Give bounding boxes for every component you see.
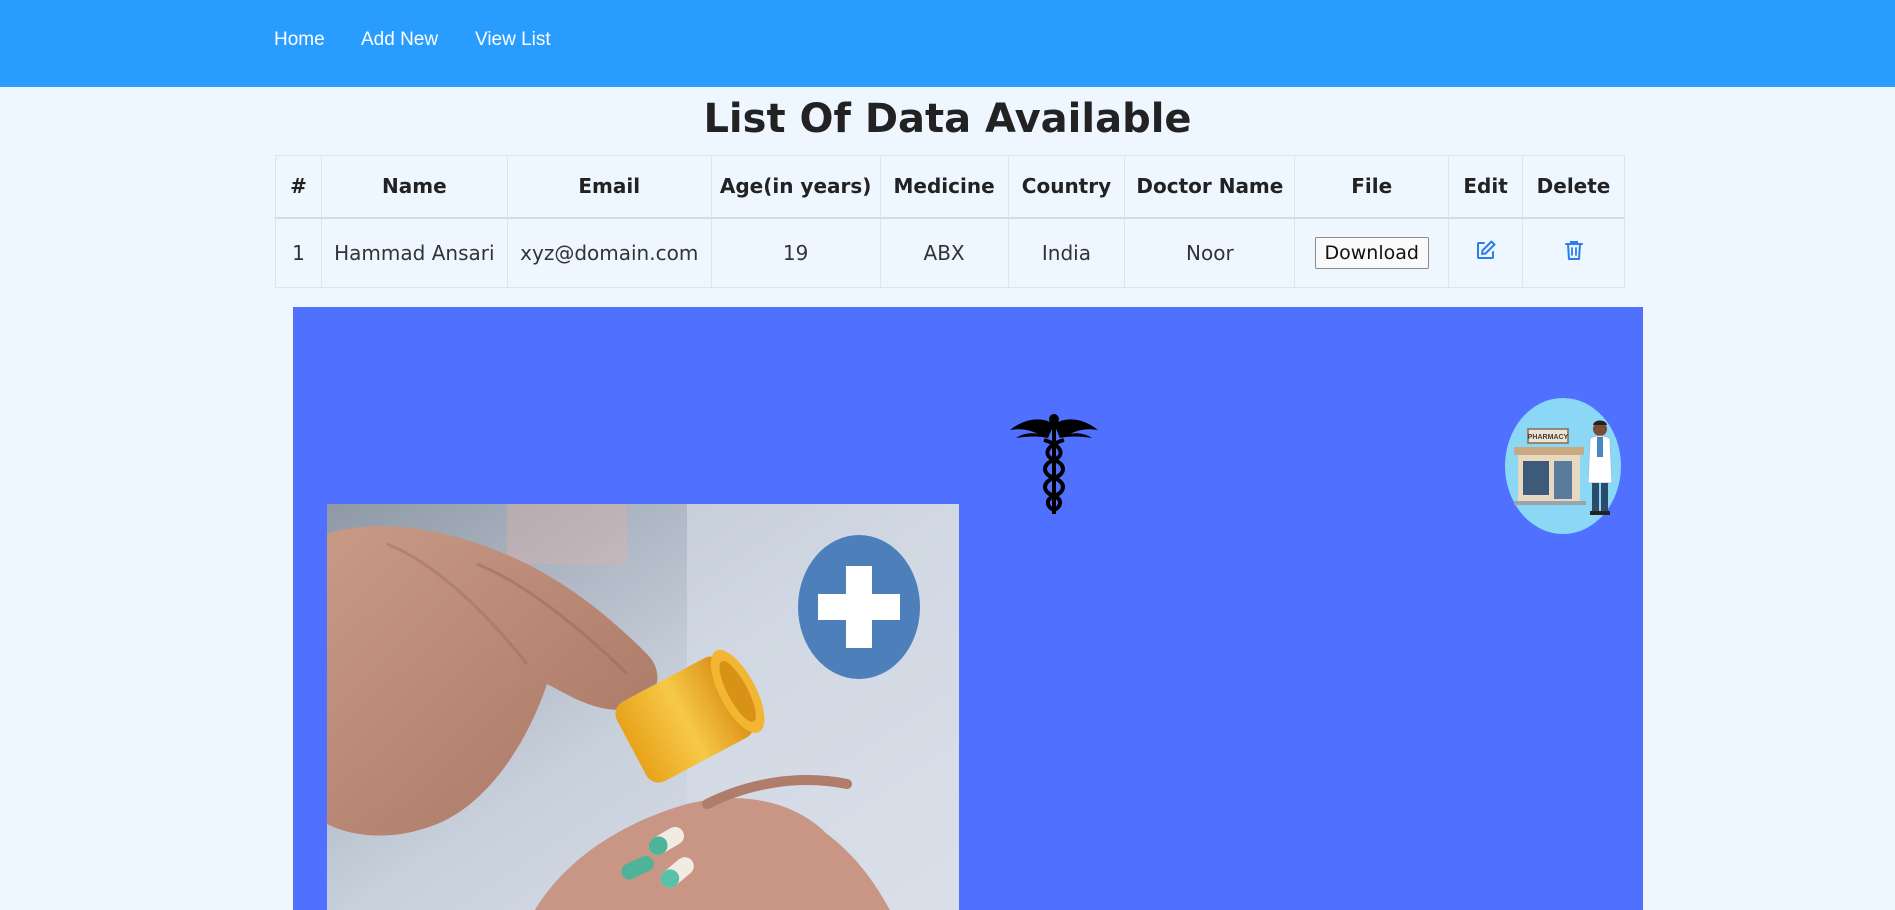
table-header-row: # Name Email Age(in years) Medicine Coun…: [275, 155, 1625, 219]
column-header-index: #: [275, 155, 322, 219]
column-header-doctor-name: Doctor Name: [1124, 155, 1296, 219]
cell-age: 19: [710, 217, 881, 288]
edit-icon[interactable]: [1475, 239, 1497, 261]
nav-view-list-link[interactable]: View List: [475, 29, 551, 51]
top-navbar: Home Add New View List: [0, 0, 1895, 87]
column-header-file: File: [1294, 155, 1450, 219]
medical-cross-icon: [798, 535, 920, 679]
cell-delete: [1522, 217, 1625, 288]
page-title: List Of Data Available: [703, 96, 1192, 142]
pharmacy-doctor-illustration: PHARMACY: [1504, 397, 1622, 535]
caduceus-icon: [1008, 410, 1100, 518]
cell-name: Hammad Ansari: [320, 217, 508, 288]
hero-banner: PHARMACY: [293, 307, 1643, 910]
cell-email: xyz@domain.com: [506, 217, 712, 288]
trash-icon[interactable]: [1563, 239, 1585, 261]
column-header-medicine: Medicine: [879, 155, 1009, 219]
data-table: # Name Email Age(in years) Medicine Coun…: [275, 155, 1625, 288]
column-header-edit: Edit: [1448, 155, 1524, 219]
cell-edit: [1448, 217, 1524, 288]
table-row: 1 Hammad Ansari xyz@domain.com 19 ABX In…: [275, 217, 1625, 288]
cell-index: 1: [275, 217, 322, 288]
nav-home-link[interactable]: Home: [274, 29, 325, 51]
pharmacy-sign: PHARMACY: [1528, 434, 1569, 441]
download-button[interactable]: Download: [1314, 236, 1429, 269]
cell-doctor-name: Noor: [1124, 217, 1296, 288]
column-header-age: Age(in years): [710, 155, 881, 219]
nav-add-new-link[interactable]: Add New: [361, 29, 438, 51]
medicine-photo: [327, 504, 959, 910]
column-header-email: Email: [506, 155, 712, 219]
column-header-delete: Delete: [1522, 155, 1625, 219]
cell-medicine: ABX: [879, 217, 1009, 288]
column-header-name: Name: [320, 155, 508, 219]
column-header-country: Country: [1007, 155, 1126, 219]
cell-file: Download: [1294, 217, 1450, 288]
cell-country: India: [1007, 217, 1126, 288]
